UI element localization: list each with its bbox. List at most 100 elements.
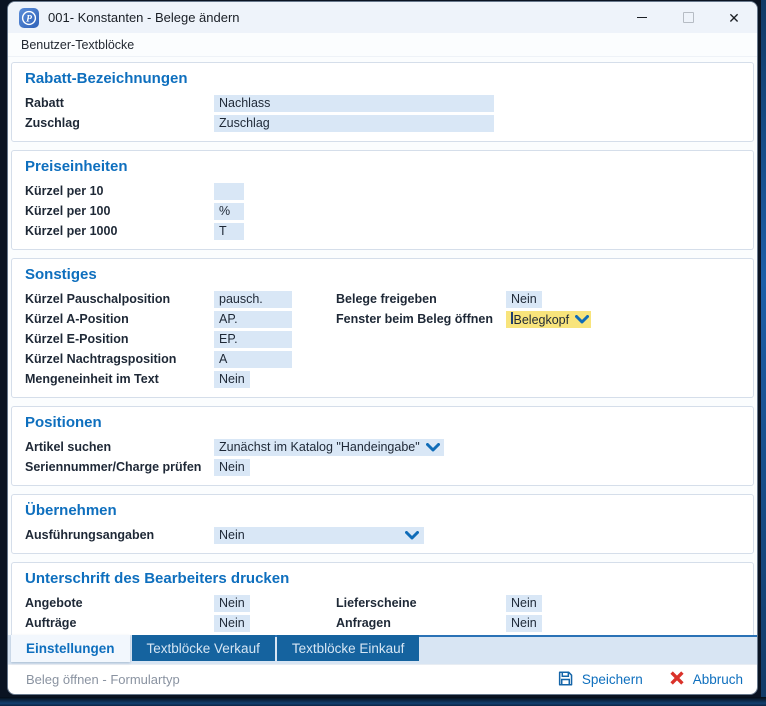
section-column: AngeboteNeinAufträgeNeinRechnungenNein	[25, 593, 336, 635]
field-value-text: Nein	[511, 616, 537, 630]
field-value-text: T	[219, 224, 227, 238]
input-angebote[interactable]: Nein	[214, 595, 250, 612]
field-value-text: Zunächst im Katalog "Handeingabe"	[219, 440, 420, 454]
input-belege-freigeben[interactable]: Nein	[506, 291, 542, 308]
window-title: 001- Konstanten - Belege ändern	[48, 10, 240, 25]
field-value: pausch.	[219, 292, 263, 306]
dropdown-ausführungsangaben[interactable]: Nein	[214, 527, 424, 544]
section-übernehmen: ÜbernehmenAusführungsangabenNein	[11, 494, 754, 554]
close-button[interactable]: ✕	[711, 2, 757, 33]
field-row: LieferscheineNein	[336, 593, 542, 613]
statusbar-buttons: Speichern Abbruch	[557, 670, 743, 690]
tab-strip: EinstellungenTextblöcke VerkaufTextblöck…	[8, 635, 757, 664]
field-label: Seriennummer/Charge prüfen	[25, 460, 214, 474]
field-label: Angebote	[25, 596, 214, 610]
field-row: Fenster beim Beleg öffnen Belegkopf	[336, 309, 591, 329]
tab-einstellungen[interactable]: Einstellungen	[11, 635, 130, 662]
chevron-down-icon	[405, 531, 419, 540]
field-label: Kürzel Pauschalposition	[25, 292, 214, 306]
field-label: Aufträge	[25, 616, 214, 630]
input-mengeneinheit-im-text[interactable]: Nein	[214, 371, 250, 388]
input-kürzel-a-position[interactable]: AP.	[214, 311, 292, 328]
section-column: Artikel suchenZunächst im Katalog "Hande…	[25, 437, 444, 477]
field-value: Nein	[511, 616, 537, 630]
field-value-text: Belegkopf	[514, 313, 570, 327]
input-kürzel-nachtragsposition[interactable]: A	[214, 351, 292, 368]
field-value-text: EP.	[219, 332, 238, 346]
section-title: Preiseinheiten	[25, 158, 741, 175]
field-row: Kürzel A-Position AP.	[25, 309, 336, 329]
field-label: Anfragen	[336, 616, 506, 630]
input-aufträge[interactable]: Nein	[214, 615, 250, 632]
field-value-text: pausch.	[219, 292, 263, 306]
statusbar: Beleg öffnen - Formulartyp SpeichernAbbr…	[8, 664, 757, 694]
field-value: AP.	[219, 312, 238, 326]
field-value-text: Nein	[219, 528, 245, 542]
tab-textblöcke-einkauf[interactable]: Textblöcke Einkauf	[277, 635, 420, 661]
input-kürzel-per-100[interactable]: %	[214, 203, 244, 220]
input-zuschlag[interactable]: Zuschlag	[214, 115, 494, 132]
field-value-text: %	[219, 204, 230, 218]
input-anfragen[interactable]: Nein	[506, 615, 542, 632]
field-label: Rabatt	[25, 96, 214, 110]
maximize-button[interactable]	[665, 2, 711, 33]
input-rabatt[interactable]: Nachlass	[214, 95, 494, 112]
input-kürzel-e-position[interactable]: EP.	[214, 331, 292, 348]
section-body: AusführungsangabenNein	[25, 525, 741, 545]
button-label: Speichern	[582, 672, 643, 687]
section-column: LieferscheineNeinAnfragenNeinBestellunge…	[336, 593, 542, 635]
close-icon: ✕	[728, 11, 740, 25]
field-label: Fenster beim Beleg öffnen	[336, 312, 506, 326]
field-label: Kürzel E-Position	[25, 332, 214, 346]
field-row: Aufträge Nein	[25, 613, 336, 633]
field-label: Kürzel per 100	[25, 204, 214, 218]
field-value-text: A	[219, 352, 227, 366]
app-icon: P	[19, 8, 39, 28]
section-title: Positionen	[25, 414, 741, 431]
chevron-down-icon	[575, 315, 589, 324]
input-kürzel-per-10[interactable]	[214, 183, 244, 200]
abbruch-button[interactable]: Abbruch	[669, 670, 743, 689]
field-row: Belege freigebenNein	[336, 289, 591, 309]
section-body: Artikel suchenZunächst im Katalog "Hande…	[25, 437, 741, 477]
field-value: Nein	[219, 460, 245, 474]
field-row: Kürzel per 1000T	[25, 221, 244, 241]
text-caret	[511, 312, 513, 324]
desktop-accent-right	[761, 0, 766, 706]
field-value: Nein	[219, 596, 245, 610]
speichern-button[interactable]: Speichern	[557, 670, 643, 690]
svg-text:P: P	[26, 14, 32, 24]
section-positionen: Positionen Artikel suchenZunächst im Kata…	[11, 406, 754, 486]
section-body: Kürzel Pauschalposition pausch. Kürzel A-P…	[25, 289, 741, 389]
input-kürzel-per-1000[interactable]: T	[214, 223, 244, 240]
field-value: Nein	[219, 616, 245, 630]
field-label: Kürzel Nachtragsposition	[25, 352, 214, 366]
field-label: Kürzel A-Position	[25, 312, 214, 326]
field-row: Anfragen Nein	[336, 613, 542, 633]
field-value: Nein	[511, 596, 537, 610]
menu-item-benutzer-textbloecke[interactable]: Benutzer-Textblöcke	[21, 38, 134, 52]
input-kürzel-pauschalposition[interactable]: pausch.	[214, 291, 292, 308]
input-lieferscheine[interactable]: Nein	[506, 595, 542, 612]
minimize-button[interactable]	[619, 2, 665, 33]
field-value: Zuschlag	[219, 116, 270, 130]
chevron-down-icon	[426, 443, 440, 452]
dropdown-fenster-beim-beleg-öffnen[interactable]: Belegkopf	[506, 311, 591, 328]
section-body: Kürzel per 10 Kürzel per 100% Kürzel per 1…	[25, 181, 741, 241]
section-title: Unterschrift des Bearbeiters drucken	[25, 570, 741, 587]
save-icon	[557, 670, 574, 690]
dropdown-artikel-suchen[interactable]: Zunächst im Katalog "Handeingabe"	[214, 439, 444, 456]
input-seriennummer-charge-prüfen[interactable]: Nein	[214, 459, 250, 476]
tab-textblöcke-verkauf[interactable]: Textblöcke Verkauf	[132, 635, 275, 661]
field-row: Angebote Nein	[25, 593, 336, 613]
field-row: Zuschlag Zuschlag	[25, 113, 494, 133]
app-window: P 001- Konstanten - Belege ändern ✕ Benu…	[7, 1, 758, 695]
field-label: Mengeneinheit im Text	[25, 372, 214, 386]
field-label: Zuschlag	[25, 116, 214, 130]
cancel-icon	[669, 670, 685, 689]
section-unterschrift-des-bearbeiters-drucken: Unterschrift des Bearbeiters drucken Ange…	[11, 562, 754, 635]
maximize-icon	[683, 12, 694, 23]
field-value-text: Nein	[219, 616, 245, 630]
field-row: Kürzel per 10	[25, 181, 244, 201]
field-value-text: Nein	[219, 372, 245, 386]
